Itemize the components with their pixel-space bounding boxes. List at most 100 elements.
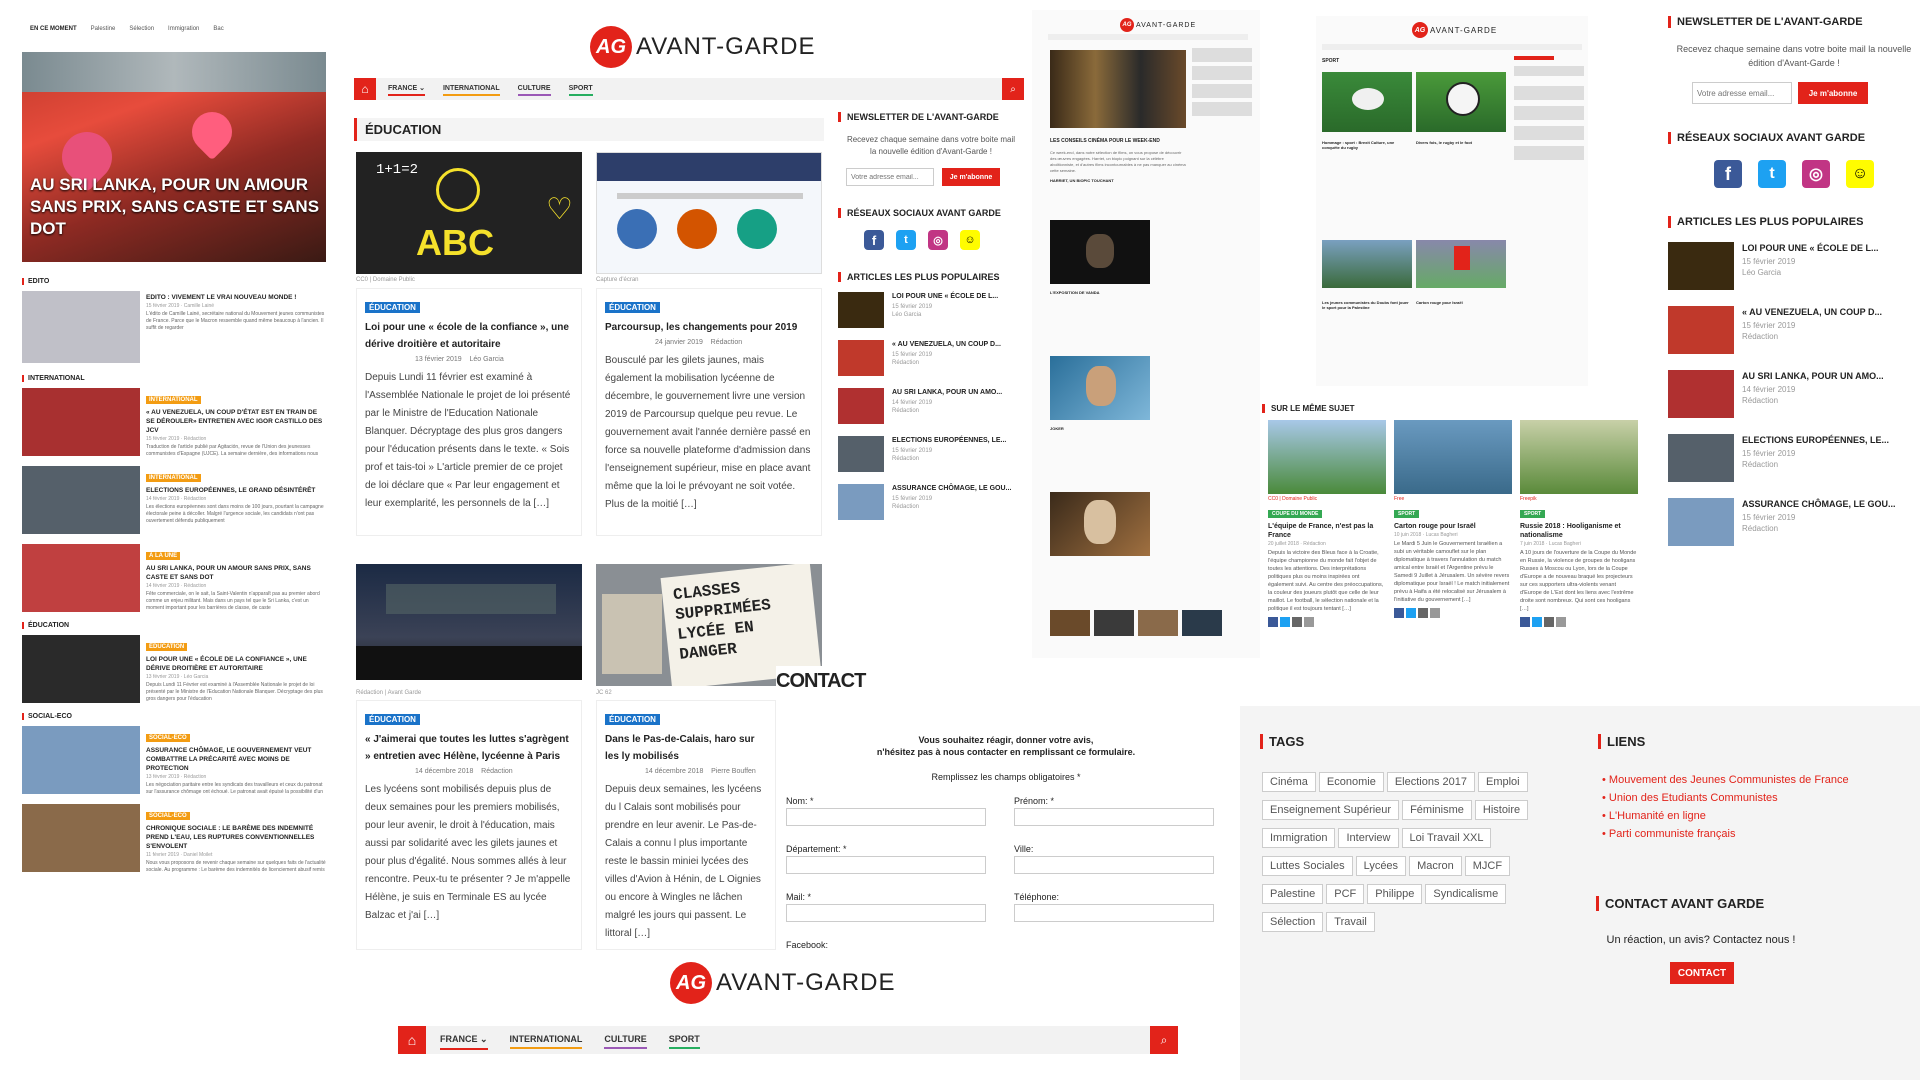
subscribe-button[interactable]: Je m'abonne [942, 168, 1000, 186]
popular-article[interactable]: « AU VENEZUELA, UN COUP D... 15 février 2… [1668, 306, 1920, 354]
instagram-icon[interactable]: ◎ [928, 230, 948, 250]
newsletter-email-input[interactable] [846, 168, 934, 186]
article-thumbnail[interactable] [22, 544, 140, 612]
popular-article[interactable]: « AU VENEZUELA, UN COUP D... 15 février 2… [838, 340, 1024, 376]
site-logo[interactable]: AG AVANT-GARDE [590, 26, 815, 68]
article-title[interactable]: AU SRI LANKA, POUR UN AMO... [1742, 370, 1884, 383]
home-button[interactable]: ⌂ [354, 78, 376, 100]
article-title[interactable]: ASSURANCE CHÔMAGE, LE GOU... [1742, 498, 1896, 511]
article-thumbnail[interactable] [22, 466, 140, 534]
category-badge[interactable]: À LA UNE [146, 552, 181, 560]
article-image[interactable] [1416, 72, 1506, 132]
nav-international[interactable]: INTERNATIONAL [442, 83, 500, 96]
article-thumbnail[interactable] [1668, 306, 1734, 354]
ville-input[interactable] [1014, 856, 1214, 874]
tag-link[interactable]: Syndicalisme [1425, 884, 1507, 904]
facebook-share-icon[interactable] [1520, 617, 1530, 627]
list-item[interactable]: EDITO : VIVEMENT LE VRAI NOUVEAU MONDE !… [22, 291, 326, 367]
nav-international[interactable]: INTERNATIONAL [509, 1031, 583, 1049]
nav-sport[interactable]: SPORT [668, 1031, 700, 1049]
article-title[interactable]: CHRONIQUE SOCIALE : LE BARÈME DES INDEMN… [146, 824, 326, 851]
departement-input[interactable] [786, 856, 986, 874]
tag-link[interactable]: Economie [1318, 772, 1384, 792]
tag-link[interactable]: Lycées [1355, 856, 1407, 876]
mail-input[interactable] [786, 904, 986, 922]
email-share-icon[interactable] [1292, 617, 1302, 627]
email-share-icon[interactable] [1418, 608, 1428, 618]
tag-link[interactable]: Elections 2017 [1386, 772, 1475, 792]
tag-link[interactable]: Interview [1338, 828, 1399, 848]
print-share-icon[interactable] [1556, 617, 1566, 627]
tag-link[interactable]: Sélection [1262, 912, 1324, 932]
tag-link[interactable]: Palestine [1262, 884, 1324, 904]
nav-culture[interactable]: CULTURE [604, 1031, 647, 1049]
article-image[interactable] [356, 564, 582, 680]
telephone-input[interactable] [1014, 904, 1214, 922]
article-title[interactable]: Dans le Pas-de-Calais, haro sur les ly m… [605, 731, 767, 765]
print-share-icon[interactable] [1304, 617, 1314, 627]
facebook-icon[interactable]: f [864, 230, 884, 250]
facebook-share-icon[interactable] [1268, 617, 1278, 627]
popular-article[interactable]: ASSURANCE CHÔMAGE, LE GOU... 15 février 2… [838, 484, 1024, 520]
article-title[interactable]: Les jeunes communistes du Doubs font jou… [1322, 300, 1412, 310]
article-title[interactable]: LES CONSEILS CINÉMA POUR LE WEEK-END [1050, 138, 1186, 144]
popular-article[interactable]: LOI POUR UNE « ÉCOLE DE L... 15 février 2… [838, 292, 1024, 328]
twitter-share-icon[interactable] [1532, 617, 1542, 627]
twitter-icon[interactable]: t [896, 230, 916, 250]
twitter-share-icon[interactable] [1280, 617, 1290, 627]
article-title[interactable]: L'équipe de France, n'est pas la France [1268, 522, 1386, 540]
article-title[interactable]: Carton rouge pour Israël [1394, 522, 1512, 531]
facebook-icon[interactable]: f [1714, 160, 1742, 188]
footer-link[interactable]: Mouvement des Jeunes Communistes de Fran… [1609, 774, 1849, 786]
article-title[interactable]: LOI POUR UNE « ÉCOLE DE LA CONFIANCE », … [146, 655, 326, 673]
instagram-icon[interactable]: ◎ [1802, 160, 1830, 188]
category-badge[interactable]: SPORT [1394, 510, 1420, 518]
article-thumbnail[interactable] [838, 340, 884, 376]
article-thumbnail[interactable] [22, 635, 140, 703]
article-image[interactable] [1322, 72, 1412, 132]
video-thumbnail[interactable] [1050, 492, 1150, 556]
article-thumbnail[interactable] [838, 292, 884, 328]
article-title[interactable]: Parcoursup, les changements pour 2019 [605, 319, 813, 336]
tag-link[interactable]: Philippe [1367, 884, 1423, 904]
category-badge[interactable]: INTERNATIONAL [146, 396, 201, 404]
tag-link[interactable]: Féminisme [1402, 800, 1472, 820]
breadcrumb-item[interactable]: Sélection [129, 26, 154, 32]
article-thumbnail[interactable] [1668, 498, 1734, 546]
breadcrumb-item[interactable]: Palestine [91, 26, 116, 32]
category-badge[interactable]: ÉDUCATION [146, 643, 188, 651]
category-badge[interactable]: SOCIAL-ECO [146, 734, 190, 742]
article-image[interactable] [1520, 420, 1638, 494]
email-share-icon[interactable] [1544, 617, 1554, 627]
article-title[interactable]: LOI POUR UNE « ÉCOLE DE L... [1742, 242, 1879, 255]
hero-image[interactable]: AU SRI LANKA, POUR UN AMOUR SANS PRIX, S… [22, 52, 326, 262]
category-badge[interactable]: SPORT [1520, 510, 1546, 518]
newsletter-email-input[interactable] [1692, 82, 1792, 104]
popular-article[interactable]: AU SRI LANKA, POUR UN AMO... 14 février 2… [1668, 370, 1920, 418]
article-title[interactable]: ELECTIONS EUROPÉENNES, LE... [1742, 434, 1889, 447]
article-thumbnail[interactable] [22, 291, 140, 363]
article-image[interactable] [1322, 240, 1412, 288]
article-title[interactable]: Carton rouge pour Israël [1416, 300, 1506, 305]
print-share-icon[interactable] [1430, 608, 1440, 618]
nav-france[interactable]: FRANCE ⌄ [440, 1031, 488, 1050]
breadcrumb-item[interactable]: Immigration [168, 26, 199, 32]
list-item[interactable]: ÉDUCATION LOI POUR UNE « ÉCOLE DE LA CONF… [22, 635, 326, 705]
hero-title[interactable]: AU SRI LANKA, POUR UN AMOUR SANS PRIX, S… [30, 174, 320, 240]
article-image[interactable] [1416, 240, 1506, 288]
tag-link[interactable]: Immigration [1262, 828, 1336, 848]
home-button[interactable]: ⌂ [398, 1026, 426, 1054]
article-title[interactable]: ELECTIONS EUROPÉENNES, LE... [892, 436, 1006, 446]
category-badge[interactable]: ÉDUCATION [365, 302, 420, 313]
article-image[interactable] [1394, 420, 1512, 494]
article-title[interactable]: AU SRI LANKA, POUR UN AMO... [892, 388, 1002, 398]
category-badge[interactable]: ÉDUCATION [605, 714, 660, 725]
video-thumbnail[interactable] [1050, 356, 1150, 420]
article-thumbnail[interactable] [1668, 370, 1734, 418]
contact-button[interactable]: CONTACT [1670, 962, 1734, 984]
breadcrumb-item[interactable]: Bac [213, 26, 223, 32]
article-title[interactable]: ELECTIONS EUROPÉENNES, LE GRAND DÉSINTÉR… [146, 486, 326, 495]
site-logo[interactable]: AG AVANT-GARDE [1412, 22, 1497, 38]
article-title[interactable]: « AU VENEZUELA, UN COUP D'ÉTAT EST EN TR… [146, 408, 326, 435]
popular-article[interactable]: LOI POUR UNE « ÉCOLE DE L... 15 février 2… [1668, 242, 1920, 290]
